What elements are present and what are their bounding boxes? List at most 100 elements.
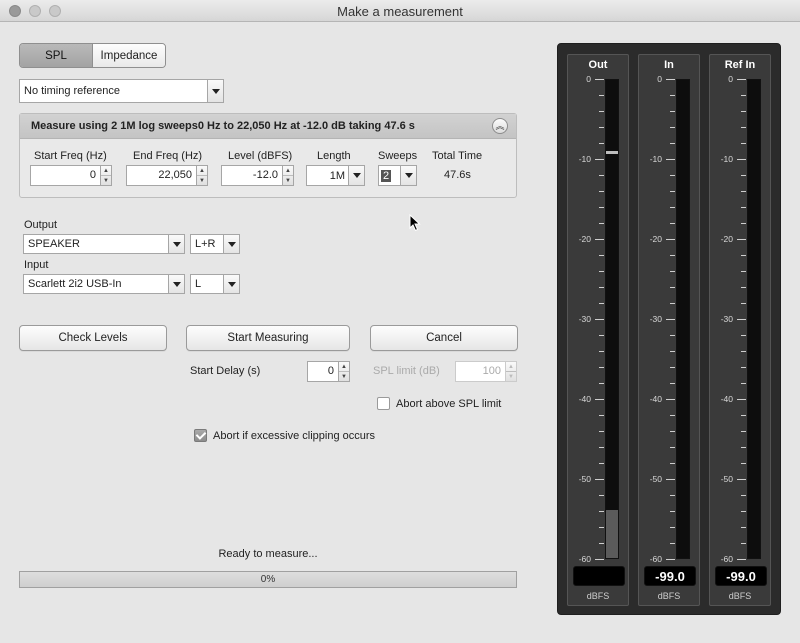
input-device-dropdown-arrow[interactable] xyxy=(168,275,184,293)
input-device-select[interactable]: Scarlett 2i2 USB-In xyxy=(23,274,185,294)
collapse-panel-button[interactable]: ︽ xyxy=(492,118,508,134)
decrement-icon[interactable]: ▼ xyxy=(283,175,293,185)
tick-label: 0 xyxy=(657,74,662,84)
minor-tick xyxy=(599,335,604,336)
abort-spl-label[interactable]: Abort above SPL limit xyxy=(396,398,501,410)
increment-icon[interactable]: ▲ xyxy=(197,166,207,175)
minor-tick xyxy=(670,175,675,176)
decrement-icon[interactable]: ▼ xyxy=(197,175,207,185)
minor-tick xyxy=(670,207,675,208)
major-tick xyxy=(737,79,746,80)
tick-label: -50 xyxy=(649,474,662,484)
minor-tick xyxy=(670,287,675,288)
minor-tick xyxy=(670,415,675,416)
minor-tick xyxy=(599,255,604,256)
major-tick xyxy=(666,239,675,240)
abort-clipping-checkbox[interactable] xyxy=(194,429,207,442)
minor-tick xyxy=(599,111,604,112)
minor-tick xyxy=(741,255,746,256)
input-channel-select[interactable]: L xyxy=(190,274,240,294)
tick-label: -10 xyxy=(649,154,662,164)
major-tick xyxy=(666,159,675,160)
minor-tick xyxy=(741,431,746,432)
increment-icon[interactable]: ▲ xyxy=(339,362,349,371)
minor-tick xyxy=(670,527,675,528)
minor-tick xyxy=(599,191,604,192)
spl-tab[interactable]: SPL xyxy=(20,44,93,67)
sweeps-dropdown-arrow[interactable] xyxy=(400,166,416,185)
major-tick xyxy=(666,319,675,320)
minor-tick xyxy=(741,143,746,144)
increment-icon[interactable]: ▲ xyxy=(101,166,111,175)
increment-icon: ▲ xyxy=(508,363,514,370)
start-delay-stepper[interactable]: 0 ▲ ▼ xyxy=(307,361,350,382)
abort-spl-checkbox[interactable] xyxy=(377,397,390,410)
out-meter-track xyxy=(605,79,619,559)
abort-clipping-label[interactable]: Abort if excessive clipping occurs xyxy=(213,430,375,442)
length-dropdown-arrow[interactable] xyxy=(348,166,364,185)
major-tick xyxy=(666,79,675,80)
minor-tick xyxy=(599,415,604,416)
output-channel-dropdown-arrow[interactable] xyxy=(223,235,239,253)
major-tick xyxy=(737,159,746,160)
minor-tick xyxy=(599,431,604,432)
decrement-icon[interactable]: ▼ xyxy=(101,175,111,185)
level-value[interactable]: -12.0 xyxy=(221,165,283,186)
tick-label: -50 xyxy=(720,474,733,484)
out-meter-unit: dBFS xyxy=(586,591,610,601)
tick-label: -40 xyxy=(649,394,662,404)
start-freq-stepper[interactable]: 0 ▲ ▼ xyxy=(30,165,112,186)
output-channel-select[interactable]: L+R xyxy=(190,234,240,254)
chevron-down-icon xyxy=(227,281,236,287)
end-freq-stepper[interactable]: 22,050 ▲ ▼ xyxy=(126,165,208,186)
major-tick xyxy=(737,319,746,320)
level-meter-panel: Out 0 -10 -20 -30 -40 -50 -60 dBFS In 0 -10 -20 -… xyxy=(557,43,781,615)
chevron-down-icon xyxy=(404,173,413,178)
input-channel-dropdown-arrow[interactable] xyxy=(223,275,239,293)
tick-label: -30 xyxy=(578,314,591,324)
input-channel-value: L xyxy=(195,278,202,290)
minor-tick xyxy=(599,127,604,128)
minor-tick xyxy=(741,335,746,336)
tick-label: -60 xyxy=(720,554,733,564)
chevron-down-icon xyxy=(172,241,181,247)
timing-reference-dropdown-arrow[interactable] xyxy=(207,80,223,102)
measurement-progress-bar: 0% xyxy=(19,571,517,588)
major-tick xyxy=(595,159,604,160)
major-tick xyxy=(595,79,604,80)
increment-icon[interactable]: ▲ xyxy=(283,166,293,175)
minor-tick xyxy=(670,191,675,192)
timing-reference-select[interactable]: No timing reference xyxy=(19,79,224,103)
output-device-dropdown-arrow[interactable] xyxy=(168,235,184,253)
length-select[interactable]: 1M xyxy=(306,165,365,186)
total-time-value: 47.6s xyxy=(444,169,471,181)
check-levels-button[interactable]: Check Levels xyxy=(19,325,167,351)
end-freq-value[interactable]: 22,050 xyxy=(126,165,197,186)
impedance-tab[interactable]: Impedance xyxy=(93,44,165,67)
minor-tick xyxy=(599,447,604,448)
output-device-select[interactable]: SPEAKER xyxy=(23,234,185,254)
cancel-button[interactable]: Cancel xyxy=(370,325,518,351)
major-tick xyxy=(666,399,675,400)
sweep-summary-title: Measure using 2 1M log sweeps0 Hz to 22,… xyxy=(31,120,415,132)
end-freq-label: End Freq (Hz) xyxy=(133,150,203,162)
in-meter-unit: dBFS xyxy=(657,591,681,601)
minor-tick xyxy=(741,191,746,192)
status-text: Ready to measure... xyxy=(218,548,318,560)
minor-tick xyxy=(670,95,675,96)
minor-tick xyxy=(670,495,675,496)
minor-tick xyxy=(741,95,746,96)
sweeps-select[interactable]: 2 xyxy=(378,165,417,186)
major-tick xyxy=(595,559,604,560)
minor-tick xyxy=(599,383,604,384)
start-delay-value[interactable]: 0 xyxy=(307,361,339,382)
level-stepper[interactable]: -12.0 ▲ ▼ xyxy=(221,165,294,186)
start-measuring-button[interactable]: Start Measuring xyxy=(186,325,350,351)
minor-tick xyxy=(741,415,746,416)
start-freq-value[interactable]: 0 xyxy=(30,165,101,186)
decrement-icon: ▼ xyxy=(506,371,516,381)
decrement-icon[interactable]: ▼ xyxy=(339,371,349,381)
chevron-down-icon xyxy=(227,241,236,247)
minor-tick xyxy=(599,271,604,272)
in-meter-track xyxy=(676,79,690,559)
